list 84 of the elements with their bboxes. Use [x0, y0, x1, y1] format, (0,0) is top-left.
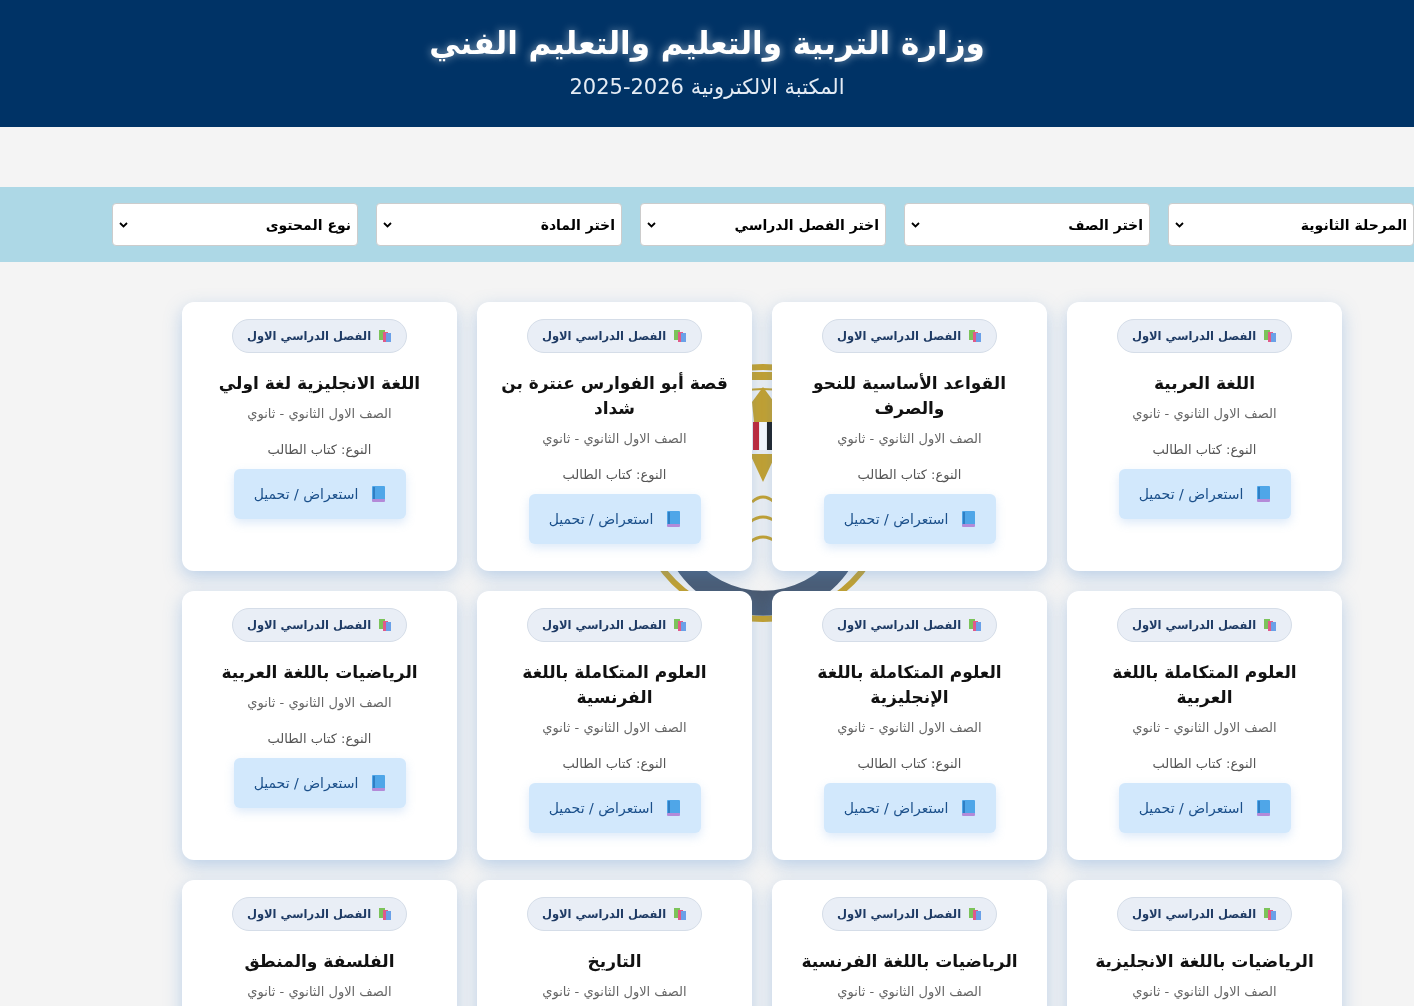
content-type-text: النوع: كتاب الطالب: [562, 467, 667, 482]
book-title: القواعد الأساسية للنحو والصرف: [811, 372, 1007, 421]
view-download-button[interactable]: استعراض / تحميل: [528, 494, 701, 544]
books-icon: [379, 330, 393, 342]
ministry-title: وزارة التربية والتعليم والتعليم الفني: [429, 24, 985, 61]
semester-label: الفصل الدراسي الاول: [836, 329, 962, 343]
content-type-text: النوع: كتاب الطالب: [267, 731, 372, 746]
book-title: اللغة الانجليزية لغة اولي: [218, 372, 421, 396]
semester-label: الفصل الدراسي الاول: [246, 329, 372, 343]
content-type-text: النوع: كتاب الطالب: [857, 467, 962, 482]
book-icon: [1257, 486, 1271, 502]
book-icon: [962, 511, 976, 527]
chevron-down-icon: [119, 221, 128, 228]
books-icon: [674, 619, 688, 631]
filter-dropdown[interactable]: اختر المادة: [376, 203, 622, 246]
chevron-down-icon: [647, 221, 656, 228]
filter-dropdown[interactable]: اختر الصف: [904, 203, 1150, 246]
book-title: قصة أبو الفوارس عنترة بن شداد: [500, 371, 729, 420]
view-download-button[interactable]: استعراض / تحميل: [233, 758, 406, 808]
content-type-text: النوع: كتاب الطالب: [562, 756, 667, 771]
filter-dropdown[interactable]: اختر الفصل الدراسي: [640, 203, 886, 246]
view-download-button[interactable]: استعراض / تحميل: [823, 494, 996, 544]
filter-dropdown[interactable]: نوع المحتوى: [112, 203, 358, 246]
book-icon: [1257, 800, 1271, 816]
filter-dropdown[interactable]: المرحلة الثانوية: [1168, 203, 1414, 246]
semester-label: الفصل الدراسي الاول: [836, 907, 962, 921]
semester-label: الفصل الدراسي الاول: [541, 907, 667, 921]
library-subtitle: المكتبة الالكترونية 2026-2025: [569, 74, 845, 99]
book-title: العلوم المتكاملة باللغة العربية: [1111, 661, 1298, 710]
grade-text: الصف الاول الثانوي - ثانوي: [247, 406, 392, 421]
books-icon: [674, 330, 688, 342]
chevron-down-icon: [911, 221, 920, 228]
books-icon: [379, 619, 393, 631]
grade-text: الصف الاول الثانوي - ثانوي: [542, 720, 687, 735]
books-icon: [1264, 330, 1278, 342]
books-icon: [1264, 908, 1278, 920]
semester-label: الفصل الدراسي الاول: [1131, 907, 1257, 921]
book-title: العلوم المتكاملة باللغة الفرنسية: [521, 661, 708, 710]
semester-label: الفصل الدراسي الاول: [541, 618, 667, 632]
grade-text: الصف الاول الثانوي - ثانوي: [1132, 720, 1277, 735]
semester-label: الفصل الدراسي الاول: [1131, 618, 1257, 632]
book-icon: [667, 511, 681, 527]
content-type-text: النوع: كتاب الطالب: [857, 756, 962, 771]
semester-label: الفصل الدراسي الاول: [246, 618, 372, 632]
book-title: اللغة العربية: [1154, 372, 1255, 396]
book-icon: [372, 775, 386, 791]
book-icon: [667, 800, 681, 816]
chevron-down-icon: [383, 221, 392, 228]
grade-text: الصف الاول الثانوي - ثانوي: [542, 984, 687, 999]
grade-text: الصف الاول الثانوي - ثانوي: [1132, 406, 1277, 421]
books-icon: [674, 908, 688, 920]
chevron-down-icon: [1175, 221, 1184, 228]
content-type-text: النوع: كتاب الطالب: [1152, 442, 1257, 457]
book-title: العلوم المتكاملة باللغة الإنجليزية: [816, 661, 1003, 710]
grade-text: الصف الاول الثانوي - ثانوي: [1132, 984, 1277, 999]
view-download-button[interactable]: استعراض / تحميل: [528, 783, 701, 833]
books-icon: [969, 908, 983, 920]
semester-label: الفصل الدراسي الاول: [1131, 329, 1257, 343]
grade-text: الصف الاول الثانوي - ثانوي: [837, 720, 982, 735]
book-icon: [372, 486, 386, 502]
books-icon: [969, 619, 983, 631]
book-title: الرياضيات باللغة العربية: [221, 661, 418, 685]
book-title: التاريخ: [587, 950, 642, 974]
grade-text: الصف الاول الثانوي - ثانوي: [247, 984, 392, 999]
grade-text: الصف الاول الثانوي - ثانوي: [247, 695, 392, 710]
book-title: الرياضيات باللغة الفرنسية: [801, 950, 1018, 974]
view-download-button[interactable]: استعراض / تحميل: [823, 783, 996, 833]
semester-label: الفصل الدراسي الاول: [541, 329, 667, 343]
content-type-text: النوع: كتاب الطالب: [267, 442, 372, 457]
grade-text: الصف الاول الثانوي - ثانوي: [542, 431, 687, 446]
book-title: الرياضيات باللغة الانجليزية: [1095, 950, 1314, 974]
view-download-button[interactable]: استعراض / تحميل: [233, 469, 406, 519]
semester-label: الفصل الدراسي الاول: [836, 618, 962, 632]
view-download-button[interactable]: استعراض / تحميل: [1118, 783, 1291, 833]
semester-label: الفصل الدراسي الاول: [246, 907, 372, 921]
grade-text: الصف الاول الثانوي - ثانوي: [837, 431, 982, 446]
book-icon: [962, 800, 976, 816]
books-icon: [969, 330, 983, 342]
book-title: الفلسفة والمنطق: [244, 950, 395, 974]
view-download-button[interactable]: استعراض / تحميل: [1118, 469, 1291, 519]
grade-text: الصف الاول الثانوي - ثانوي: [837, 984, 982, 999]
content-type-text: النوع: كتاب الطالب: [1152, 756, 1257, 771]
books-icon: [379, 908, 393, 920]
books-icon: [1264, 619, 1278, 631]
